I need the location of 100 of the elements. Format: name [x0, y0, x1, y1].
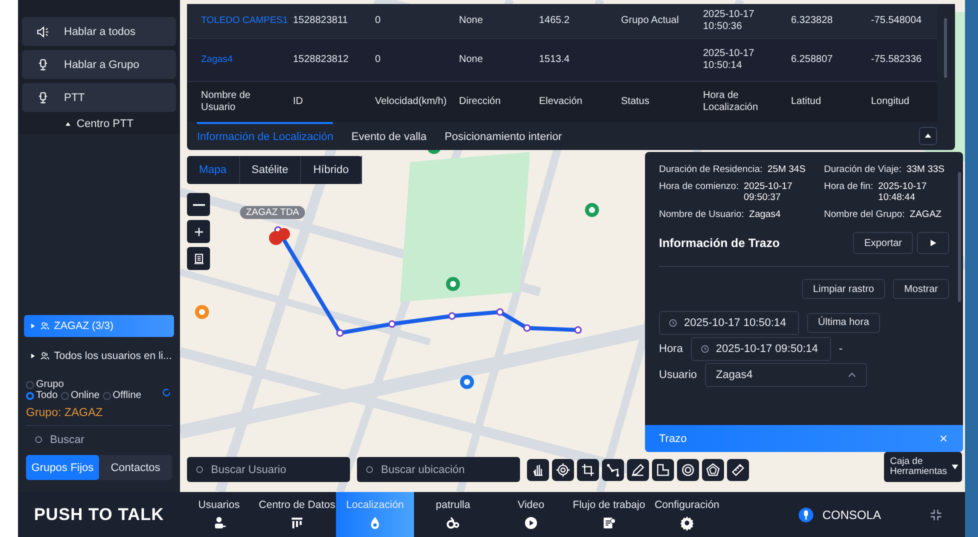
clock-icon [668, 318, 678, 328]
zoom-in-button[interactable] [187, 220, 210, 243]
caret-icon [951, 463, 960, 471]
detail-label: Duración de Residencia: [659, 164, 763, 175]
radio-option[interactable]: Todo [26, 390, 58, 401]
user-select[interactable]: Zagas4 [704, 362, 867, 386]
panel-tab[interactable]: Evento de valla [351, 122, 427, 150]
table-cell: 0 [375, 54, 381, 65]
sidebar-tab[interactable]: Contactos [99, 455, 172, 480]
export-button[interactable]: Exportar [853, 232, 913, 254]
console-label: CONSOLA [822, 508, 881, 522]
column-header: Longitud [871, 96, 910, 107]
map-tool-button[interactable] [627, 458, 649, 480]
table-cell: 1528823811 [293, 15, 348, 26]
map-type-tab[interactable]: Satélite [240, 156, 302, 184]
table-cell: -75.582336 [871, 54, 922, 65]
ptt-button[interactable]: Hablar a todos [22, 17, 176, 46]
place-pin-icon [585, 203, 599, 217]
collapse-icon[interactable] [929, 508, 943, 522]
detail-value: ZAGAZ [910, 209, 942, 220]
pencil-icon [630, 462, 646, 478]
user-link[interactable]: TOLEDO CAMPES1 [201, 15, 288, 26]
radio-option[interactable]: Grupo [26, 379, 158, 390]
layers-button[interactable] [187, 247, 210, 270]
detail-value: 2025-10-17 09:50:37 [744, 181, 794, 203]
column-header: Nombre de Usuario [201, 90, 250, 113]
zoom-out-button[interactable] [187, 193, 210, 216]
group-icon [40, 321, 50, 331]
detail-label: Hora de comienzo: [659, 181, 739, 192]
map-tool-button[interactable] [677, 458, 699, 480]
map-tool-button[interactable] [602, 458, 624, 480]
nav-tab[interactable]: Video [492, 492, 570, 537]
collapse-button[interactable] [919, 127, 937, 145]
target-icon [555, 462, 571, 478]
group-tree-item[interactable]: ZAGAZ (3/3) [24, 315, 174, 337]
toolbox-dropdown[interactable]: Caja de Herramientas [884, 452, 962, 482]
group-label: Grupo: ZAGAZ [26, 407, 104, 419]
nav-tab[interactable]: Centro de Datos [258, 492, 336, 537]
map-tool-button[interactable] [552, 458, 574, 480]
microphone-icon [36, 90, 50, 104]
nav-tab[interactable]: Flujo de trabajo [570, 492, 648, 537]
table-cell: 1465.2 [539, 15, 570, 26]
detail-label: Nombre de Usuario: [659, 209, 744, 220]
show-button[interactable]: Mostrar [893, 279, 949, 299]
table-cell: None [459, 54, 483, 65]
field-label: Hora [659, 342, 683, 354]
nav-tab[interactable]: Configuración [648, 492, 726, 537]
column-header: Latitud [791, 96, 822, 107]
crop-icon [580, 462, 596, 478]
panel-tab[interactable]: Información de Localización [197, 122, 334, 150]
ptt-button[interactable]: PTT [22, 83, 176, 112]
map-type-tab[interactable]: Híbrido [301, 156, 362, 184]
panel-title: Trazo [659, 432, 688, 444]
field-label: Usuario [659, 368, 697, 380]
microphone-icon [36, 58, 50, 72]
last-hour-button[interactable]: Última hora [807, 312, 880, 332]
ruler-icon [730, 462, 746, 478]
detail-value: 2025-10-17 10:48:44 [878, 181, 928, 203]
clear-trace-button[interactable]: Limpiar rastro [802, 279, 886, 299]
refresh-icon[interactable] [161, 387, 172, 398]
radio-option[interactable]: Online [60, 390, 100, 401]
panel-tab[interactable]: Posicionamiento interior [444, 122, 562, 150]
user-link[interactable]: Zagas4 [201, 54, 233, 65]
map-tool-button[interactable] [527, 458, 549, 480]
polyline-icon [605, 462, 621, 478]
caret-icon [30, 323, 36, 329]
minus-icon [192, 204, 204, 206]
radio-option[interactable]: Offline [102, 390, 142, 401]
caret-icon [924, 132, 932, 140]
map-tool-button[interactable] [727, 458, 749, 480]
map-tool-button[interactable] [577, 458, 599, 480]
detail-label: Hora de fin: [824, 181, 874, 192]
ptt-center-toggle[interactable]: Centro PTT [18, 118, 180, 130]
start-time-field[interactable]: 2025-10-17 09:50:14 [690, 336, 831, 360]
table-cell: None [459, 15, 483, 26]
play-button[interactable] [917, 232, 949, 254]
detail-value: Zagas4 [749, 209, 781, 220]
table-cell: 6.323828 [791, 15, 833, 26]
location-search-field[interactable]: Buscar ubicación [357, 457, 520, 482]
nav-tab[interactable]: Usuarios [180, 492, 258, 537]
column-header: Velocidad(km/h) [375, 96, 447, 107]
section-title: Información de Trazo [659, 236, 781, 250]
close-icon[interactable] [938, 433, 949, 444]
map-tool-button[interactable] [702, 458, 724, 480]
speaker-icon [36, 24, 50, 38]
search-field[interactable]: Buscar [26, 429, 172, 451]
place-pin-icon [195, 305, 209, 319]
map-type-tab[interactable]: Mapa [187, 156, 240, 184]
detail-label: Duración de Viaje: [824, 164, 902, 175]
column-header: Status [621, 96, 650, 107]
map-tool-button[interactable] [652, 458, 674, 480]
sidebar-tab[interactable]: Grupos Fijos [26, 455, 99, 480]
group-tree-item[interactable]: Todos los usuarios en li... [24, 345, 174, 367]
end-time-field[interactable]: 2025-10-17 10:50:14 [659, 310, 799, 334]
nav-tab[interactable]: patrulla [414, 492, 492, 537]
play-icon [523, 514, 539, 530]
corner-icon [655, 462, 671, 478]
ptt-button[interactable]: Hablar a Grupo [22, 50, 176, 79]
table-cell: 2025-10-17 10:50:36 [703, 9, 754, 32]
user-search-field[interactable]: Buscar Usuario [187, 457, 350, 482]
